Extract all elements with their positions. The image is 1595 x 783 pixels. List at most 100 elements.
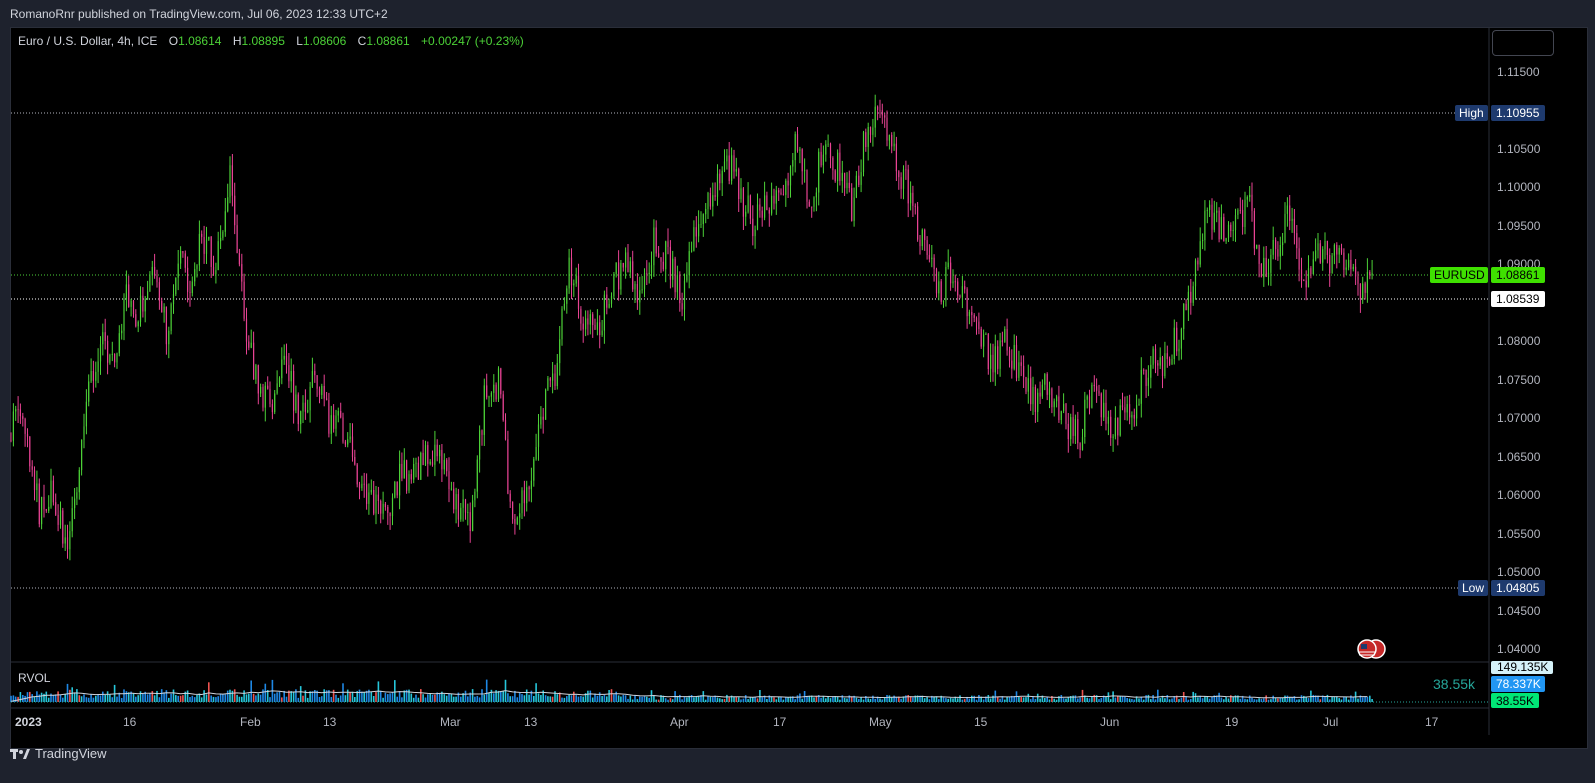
candle-body [738, 169, 740, 199]
volume-bar [858, 699, 860, 702]
candle-body [1251, 194, 1253, 211]
volume-bar [137, 695, 139, 702]
price-tick: 1.05000 [1497, 565, 1541, 579]
candle-body [158, 282, 160, 301]
volume-bar [893, 695, 895, 702]
volume-bar [681, 699, 683, 702]
volume-bar [283, 690, 285, 702]
volume-bar [1204, 696, 1206, 702]
open-value: 1.08614 [178, 34, 222, 48]
candle-body [994, 346, 996, 373]
volume-bar [401, 697, 403, 702]
candle-body [1199, 241, 1201, 265]
candle-body [874, 106, 876, 128]
candle-body [347, 439, 349, 445]
candle-body [959, 295, 961, 298]
volume-bar [203, 690, 205, 702]
candle-body [227, 197, 229, 212]
price-tick: 1.06000 [1497, 488, 1541, 502]
volume-bar [733, 696, 735, 702]
candle-body [808, 201, 810, 207]
volume-bar [85, 697, 88, 702]
candle-body [509, 493, 511, 502]
volume-bar [109, 694, 111, 702]
candle-body [516, 517, 518, 524]
volume-bar [742, 698, 745, 702]
chart-canvas[interactable]: 1.11500 1.10500 1.10000 1.09500 1.09000 … [0, 0, 1595, 783]
candle-body [1293, 218, 1295, 234]
volume-bar [179, 695, 182, 702]
volume-bar [132, 693, 135, 702]
price-scale-menu-button[interactable] [1492, 30, 1554, 56]
volume-bar [1296, 699, 1298, 702]
candle-body [384, 503, 386, 508]
symbol-name[interactable]: Euro / U.S. Dollar, 4h, ICE [18, 34, 157, 48]
candle-body [109, 354, 111, 363]
candle-body [15, 409, 17, 412]
candle-body [1129, 404, 1131, 418]
volume-bar [756, 698, 759, 702]
candle-body [806, 170, 808, 202]
rvol-indicator-label[interactable]: RVOL [18, 671, 50, 685]
candle-body [1065, 403, 1067, 424]
candle-body [1237, 210, 1239, 215]
volume-bar [238, 696, 241, 702]
candle-body [537, 424, 540, 447]
candle-body [851, 188, 853, 221]
time-label: 19 [1225, 715, 1239, 729]
change-value: +0.00247 (+0.23%) [421, 34, 524, 48]
volume-bar [1124, 696, 1126, 702]
volume-bar [1022, 697, 1025, 702]
volume-bar [634, 695, 636, 702]
candle-body [163, 306, 165, 313]
candle-body [752, 218, 754, 237]
candle-body [961, 286, 963, 298]
cursor-price-value: 1.08539 [1496, 292, 1540, 306]
footer-brand[interactable]: TradingView [10, 746, 107, 761]
us-flag-icon[interactable] [1357, 639, 1386, 659]
candle-body [839, 152, 841, 181]
high-value: 1.10955 [1496, 106, 1540, 120]
volume-bar [846, 698, 848, 702]
candle-body [759, 204, 761, 211]
candle-body [512, 501, 514, 520]
volume-bar [1138, 698, 1140, 702]
volume-bar [398, 691, 401, 702]
candle-body [495, 384, 497, 400]
candle-body [48, 506, 50, 511]
candle-body [156, 275, 158, 283]
candle-body [1006, 329, 1008, 351]
candle-body [1100, 393, 1102, 418]
volume-bar [956, 698, 959, 702]
price-tick: 1.10500 [1497, 142, 1541, 156]
volume-bar [292, 692, 295, 702]
candle-body [639, 290, 641, 303]
candle-body [71, 508, 73, 532]
candle-body [1260, 263, 1262, 278]
volume-bar [412, 697, 415, 702]
time-axis[interactable]: 2023 16 Feb 13 Mar 13 Apr 17 May 15 Jun … [15, 715, 1439, 729]
volume-bar [1284, 695, 1286, 702]
volume-bar [813, 697, 815, 702]
candle-body [323, 386, 325, 399]
price-axis[interactable]: 1.11500 1.10500 1.10000 1.09500 1.09000 … [1497, 65, 1541, 656]
candle-body [422, 452, 424, 466]
time-label: Apr [670, 715, 689, 729]
volume-bar [485, 679, 488, 702]
volume-bar [923, 698, 926, 702]
volume-bar [500, 691, 502, 702]
volume-bar [379, 690, 382, 702]
volume-bar [1100, 698, 1103, 702]
candle-body [1291, 218, 1293, 221]
candle-body [408, 474, 410, 491]
volume-bar [361, 691, 363, 702]
candle-body [1267, 272, 1270, 277]
volume-bar [33, 696, 36, 702]
volume-bar [80, 696, 83, 702]
candle-body [1072, 417, 1074, 436]
volume-bar [989, 698, 992, 702]
candle-body [1086, 396, 1088, 400]
candle-body [172, 294, 175, 305]
candle-body [1249, 194, 1251, 198]
candle-body [90, 371, 92, 382]
